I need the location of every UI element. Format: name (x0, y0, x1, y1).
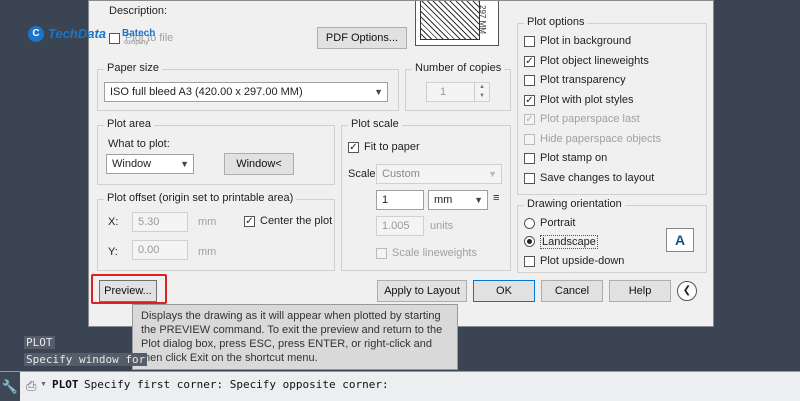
description-label: Description: (109, 5, 168, 17)
window-button[interactable]: Window< (224, 153, 294, 175)
fit-to-paper-label: Fit to paper (364, 141, 420, 153)
what-to-plot-label: What to plot: (108, 138, 170, 150)
x-offset-input[interactable]: 5.30 (132, 212, 188, 232)
portrait-radio[interactable] (524, 218, 535, 229)
plot-option-checkbox[interactable] (524, 36, 535, 47)
chevron-down-icon: ▼ (474, 195, 483, 205)
plot-option-checkbox[interactable] (524, 153, 535, 164)
pdf-options-button[interactable]: PDF Options... (317, 27, 407, 49)
apply-to-layout-button[interactable]: Apply to Layout (377, 280, 467, 302)
plot-option-label: Hide paperspace objects (540, 132, 662, 145)
spinner-icon[interactable]: ▲ ▼ (474, 83, 489, 101)
paper-size-title: Paper size (104, 62, 162, 74)
chevron-down-icon: ▼ (488, 169, 497, 179)
plot-options-group: Plot options Plot in background ✓ Plot obj… (517, 16, 707, 195)
orientation-group: Drawing orientation Portrait Landscape P… (517, 198, 707, 273)
preview-tooltip: Displays the drawing as it will appear w… (132, 304, 458, 370)
plot-option-label: Plot stamp on (540, 152, 608, 164)
cancel-button[interactable]: Cancel (541, 280, 603, 302)
y-label: Y: (108, 246, 118, 258)
plot-option-checkbox[interactable] (524, 172, 535, 184)
command-history-2: Specify window for (24, 353, 148, 366)
logo-sub: Batech (122, 28, 156, 39)
scale-label: Scale: (348, 168, 379, 180)
center-plot-checkbox[interactable]: ✓ (244, 216, 255, 227)
plot-offset-title: Plot offset (origin set to printable are… (104, 192, 297, 204)
command-bar: 🔧 ⎙ ▼ PLOT Specify first corner: Specify… (0, 371, 800, 401)
logo-tagline: company (124, 40, 149, 46)
upside-down-checkbox[interactable] (524, 256, 535, 267)
scale-select[interactable]: Custom ▼ (376, 164, 502, 184)
x-label: X: (108, 216, 119, 228)
plot-option-checkbox[interactable]: ✓ (524, 55, 535, 67)
center-plot-label: Center the plot (260, 215, 333, 227)
landscape-label: Landscape (540, 235, 598, 249)
plot-dialog: Description: Plot to file PDF Options...… (88, 0, 714, 327)
plot-option-label: Plot transparency (540, 74, 626, 86)
portrait-label: Portrait (540, 217, 576, 229)
copies-input[interactable]: 1 ▲ ▼ (426, 82, 490, 102)
landscape-radio[interactable] (524, 236, 535, 247)
printer-icon: ⎙ (26, 378, 37, 393)
plot-option-label: Plot object lineweights (540, 54, 649, 67)
scale-unit-select[interactable]: mm ▼ (428, 190, 488, 210)
wrench-icon[interactable]: 🔧 (0, 372, 20, 401)
plot-option-label: Plot paperspace last (540, 113, 640, 125)
plot-scale-group: Plot scale ✓ Fit to paper Scale: Custom ▼… (341, 118, 511, 271)
units-label: units (430, 220, 454, 232)
plot-option-checkbox[interactable]: ✓ (524, 94, 535, 106)
copies-title: Number of copies (412, 62, 505, 74)
command-input[interactable]: Specify first corner: Specify opposite c… (84, 378, 389, 391)
command-prefix: PLOT (52, 378, 79, 391)
plot-scale-title: Plot scale (348, 118, 402, 130)
plot-option-label: Plot with plot styles (540, 93, 634, 106)
collapse-arrow-icon[interactable]: ❮ (677, 281, 697, 301)
help-button[interactable]: Help (609, 280, 671, 302)
scale-value1-input[interactable]: 1 (376, 190, 424, 210)
plot-area-group: Plot area What to plot: Window ▼ Window< (97, 118, 335, 185)
orientation-icon: A (666, 228, 694, 252)
logo-icon: C (28, 26, 44, 42)
preview-size-text: 297 MM (478, 5, 487, 34)
command-dropdown-icon[interactable]: ▼ (40, 381, 47, 388)
what-to-plot-select[interactable]: Window ▼ (106, 154, 194, 174)
equals-icon: ≡ (493, 192, 500, 204)
chevron-down-icon: ▼ (374, 87, 383, 97)
copies-group: Number of copies 1 ▲ ▼ (405, 62, 511, 111)
plot-option-label: Plot in background (540, 35, 632, 47)
y-unit-label: mm (198, 246, 217, 258)
x-unit-label: mm (198, 216, 217, 228)
plot-option-checkbox[interactable] (524, 133, 535, 145)
upside-down-label: Plot upside-down (540, 255, 625, 267)
scale-lineweights-label: Scale lineweights (392, 247, 477, 259)
preview-hatch (420, 1, 480, 40)
command-history-1: PLOT (24, 336, 55, 349)
ok-button[interactable]: OK (473, 280, 535, 302)
plot-option-label: Save changes to layout (540, 171, 655, 184)
paper-size-group: Paper size ISO full bleed A3 (420.00 x 2… (97, 62, 399, 111)
plot-to-file-checkbox[interactable] (109, 33, 120, 44)
paper-preview: 297 MM (415, 1, 499, 46)
paper-size-select[interactable]: ISO full bleed A3 (420.00 x 297.00 MM) ▼ (104, 82, 388, 102)
plot-option-checkbox[interactable] (524, 75, 535, 86)
plot-options-title: Plot options (524, 16, 588, 28)
preview-highlight (91, 274, 167, 304)
fit-to-paper-checkbox[interactable]: ✓ (348, 142, 359, 153)
y-offset-input[interactable]: 0.00 (132, 240, 188, 260)
scale-value2-input[interactable]: 1.005 (376, 216, 424, 236)
logo-brand: TechData (48, 26, 107, 41)
chevron-down-icon: ▼ (180, 159, 189, 169)
orientation-title: Drawing orientation (524, 198, 625, 210)
plot-offset-group: Plot offset (origin set to printable are… (97, 192, 335, 271)
plot-area-title: Plot area (104, 118, 155, 130)
plot-option-checkbox[interactable]: ✓ (524, 114, 535, 125)
scale-lineweights-checkbox[interactable] (376, 248, 387, 259)
